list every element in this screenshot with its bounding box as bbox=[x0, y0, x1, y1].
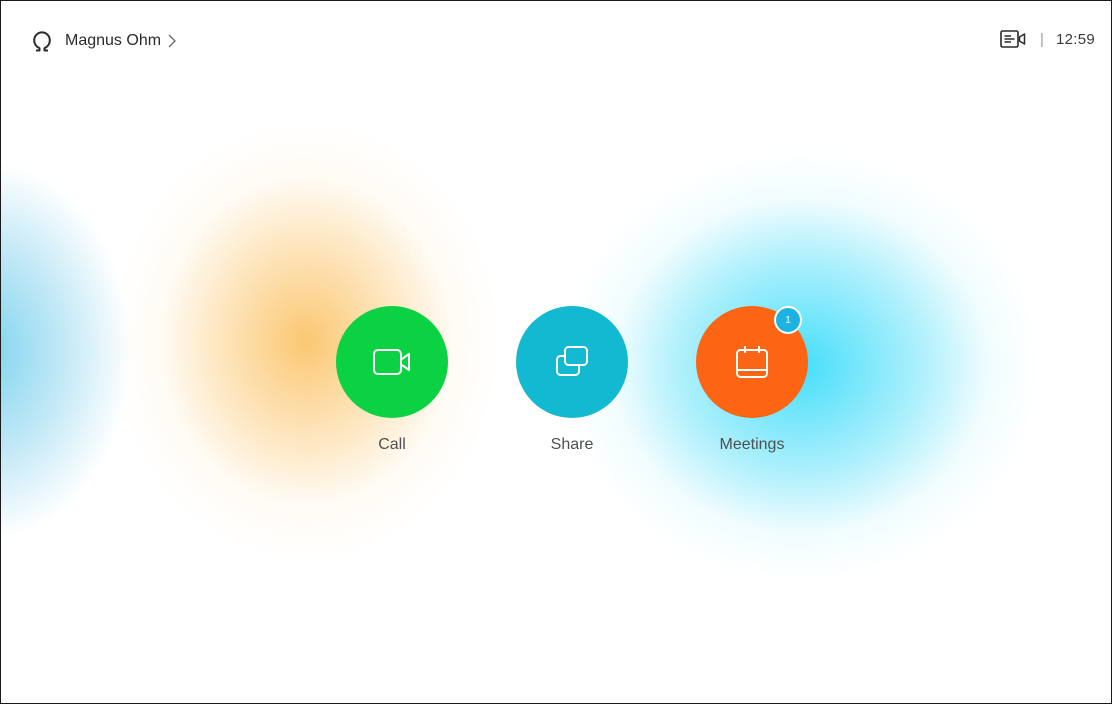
status-area: | 12:59 bbox=[1000, 29, 1095, 49]
share-label: Share bbox=[550, 436, 594, 453]
ambient-glow-left bbox=[1, 161, 131, 541]
separator: | bbox=[1040, 30, 1044, 48]
user-menu-button[interactable]: Magnus Ohm bbox=[31, 29, 176, 53]
share-button[interactable]: Share bbox=[516, 306, 628, 454]
call-button[interactable]: Call bbox=[336, 306, 448, 454]
calendar-icon bbox=[736, 346, 768, 378]
chevron-right-icon bbox=[168, 34, 176, 48]
meetings-count-badge: 1 bbox=[774, 306, 802, 334]
omega-icon bbox=[33, 31, 51, 52]
top-bar: Magnus Ohm | 12:59 bbox=[1, 1, 1111, 81]
meetings-button[interactable]: 1 Meetings bbox=[696, 306, 808, 454]
meetings-label: Meetings bbox=[719, 436, 785, 453]
share-screens-icon bbox=[556, 346, 588, 376]
call-label: Call bbox=[378, 436, 406, 453]
video-camera-icon bbox=[373, 349, 410, 375]
home-screen: Magnus Ohm | 12:59 Call Share 1 Meetings bbox=[0, 0, 1112, 704]
user-name: Magnus Ohm bbox=[65, 32, 162, 49]
share-circle[interactable] bbox=[516, 306, 628, 418]
meetings-circle[interactable]: 1 bbox=[696, 306, 808, 418]
call-circle[interactable] bbox=[336, 306, 448, 418]
clock: 12:59 bbox=[1055, 30, 1095, 48]
selfview-icon[interactable] bbox=[1000, 29, 1026, 49]
